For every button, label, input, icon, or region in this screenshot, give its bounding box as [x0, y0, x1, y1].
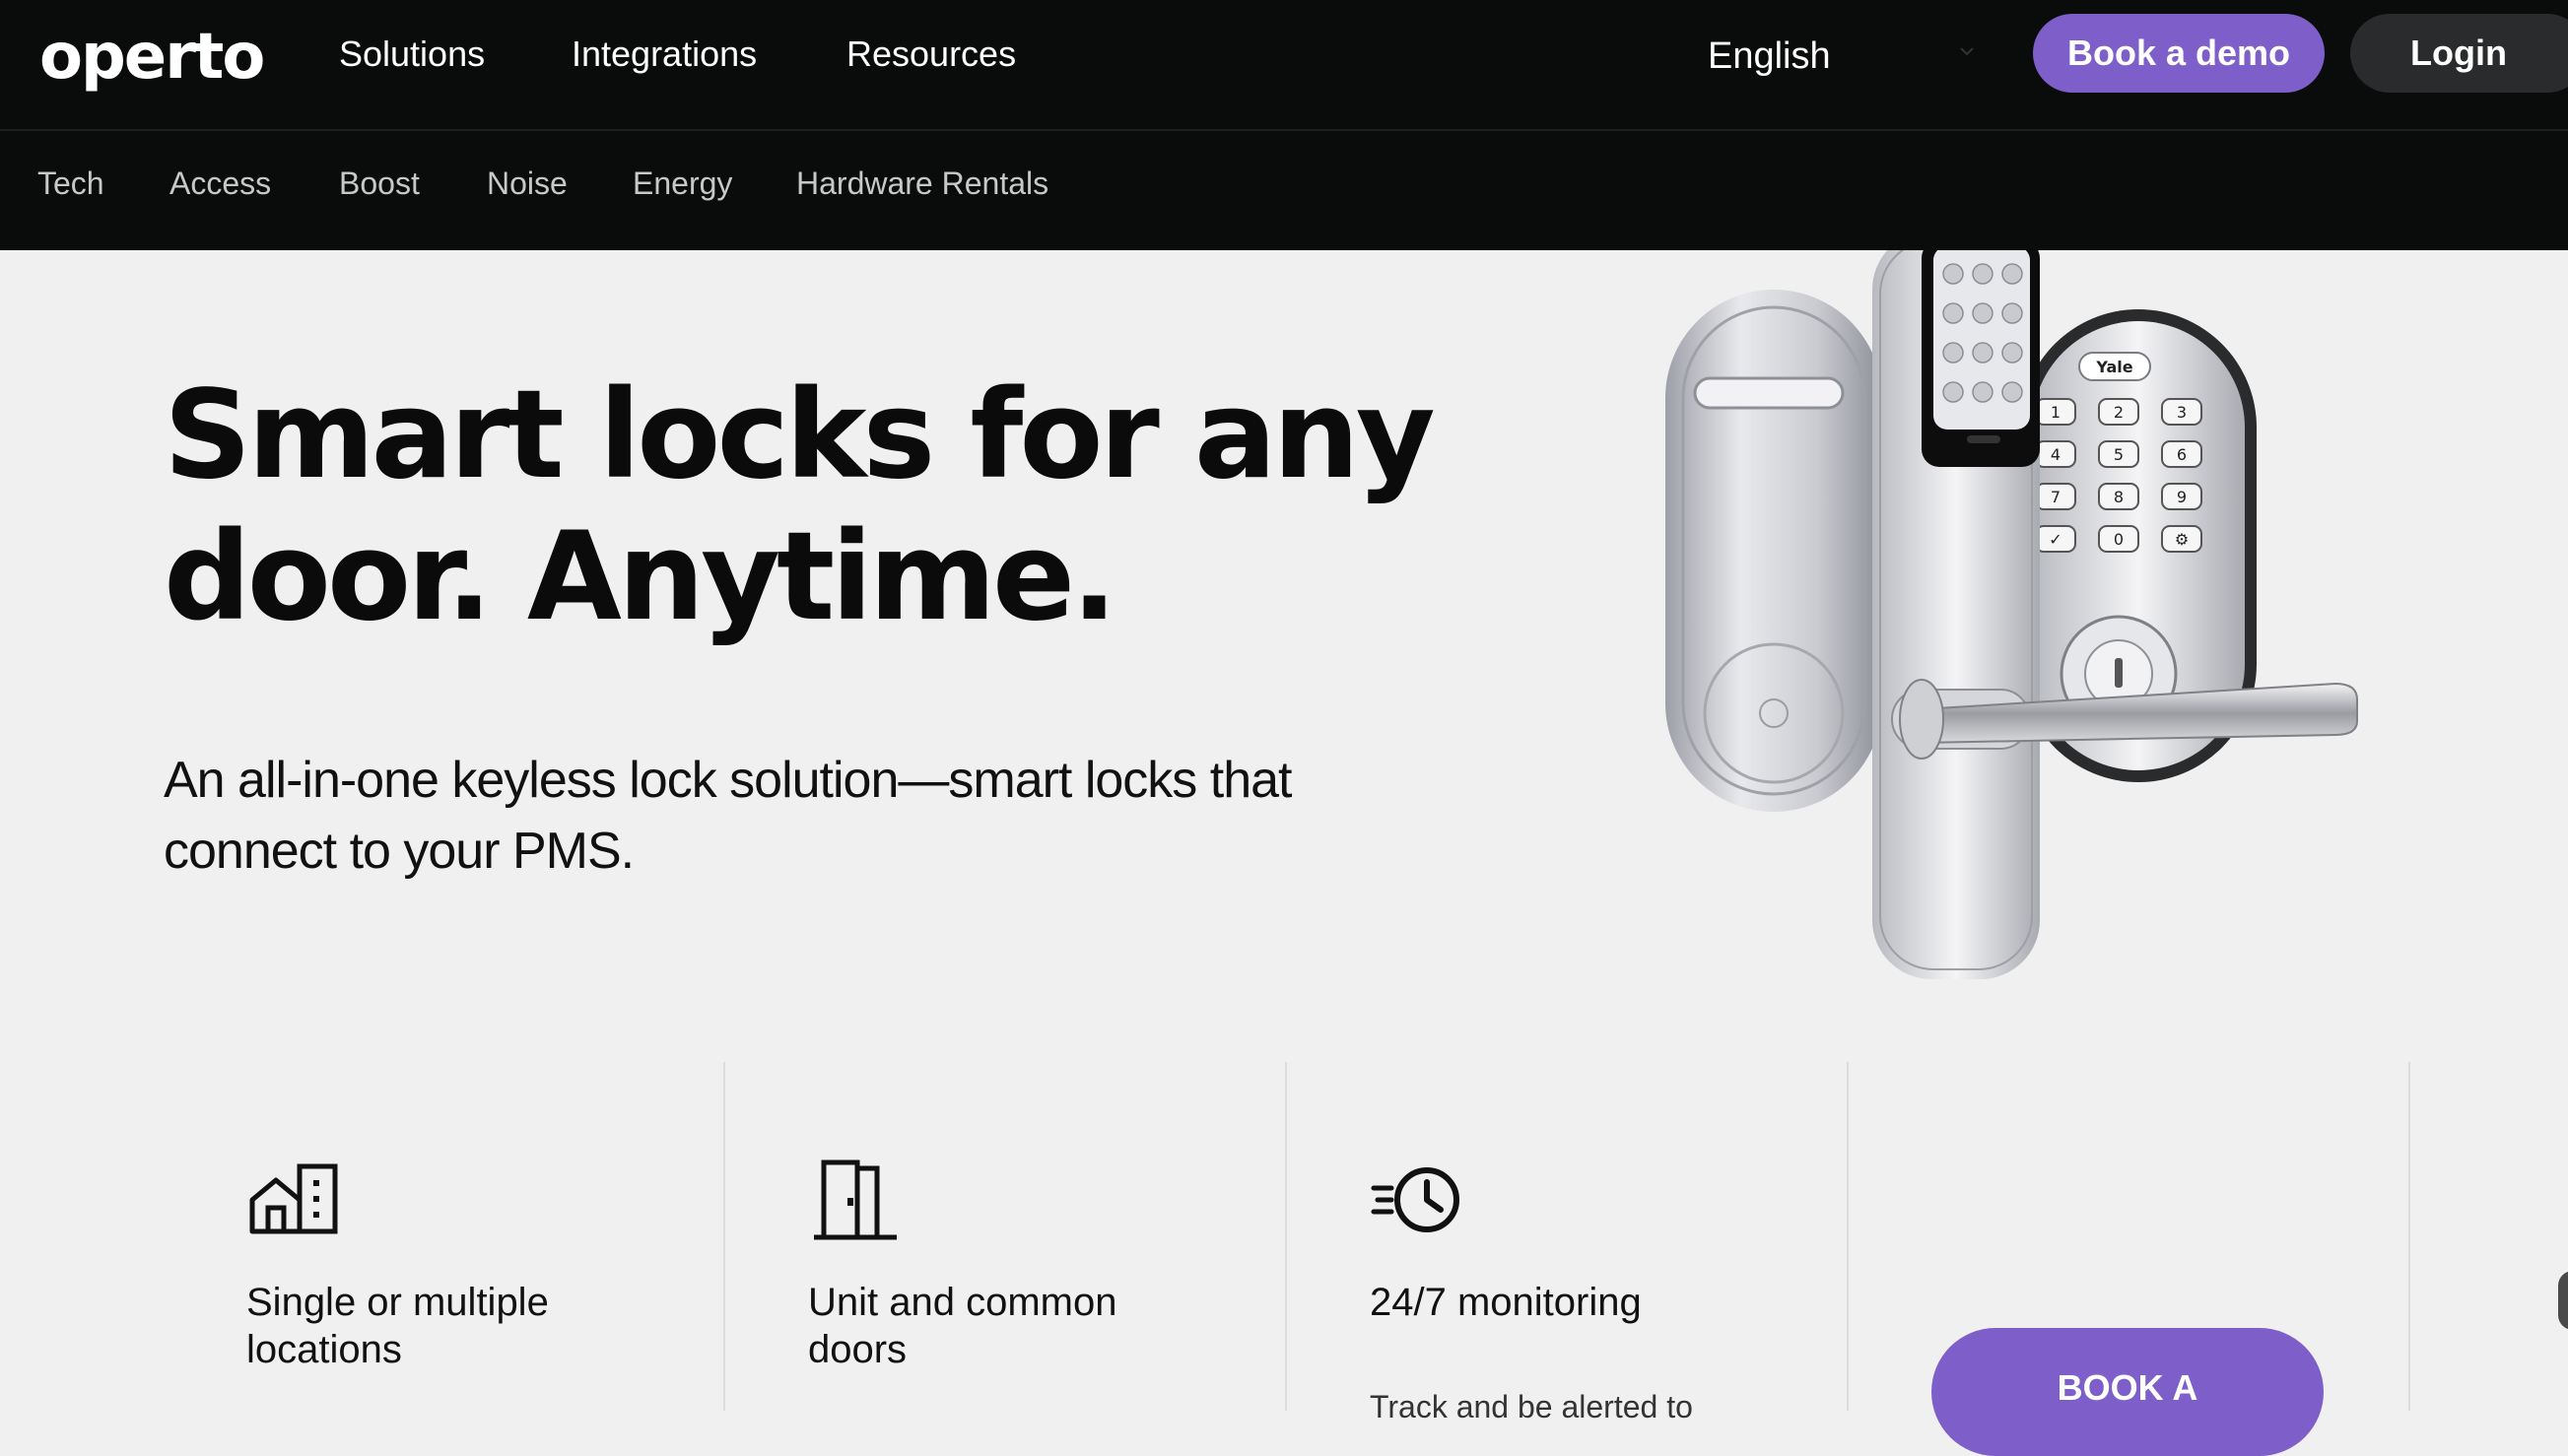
subnav-access[interactable]: Access — [169, 159, 271, 208]
nav-integrations[interactable]: Integrations — [572, 28, 757, 81]
nav-resources[interactable]: Resources — [846, 28, 1016, 81]
keypad-key-label: 4 — [2051, 445, 2061, 464]
keypad-small-key — [1942, 342, 1964, 364]
keypad-small-key — [1972, 302, 1994, 324]
hero-title: Smart locks for any door. Anytime. — [164, 364, 1436, 648]
top-navigation: operto Solutions Integrations Resources … — [0, 0, 2568, 131]
keypad-small-key — [2001, 302, 2023, 324]
keypad-key-label: 9 — [2177, 488, 2187, 506]
keypad-key-label: 2 — [2114, 403, 2124, 422]
keypad-key-label: ⚙ — [2175, 530, 2189, 549]
keypad-small-key — [2001, 263, 2023, 285]
building-icon — [249, 1163, 338, 1234]
subnav-energy[interactable]: Energy — [633, 159, 732, 208]
keypad-key-label: 3 — [2177, 403, 2187, 422]
yale-logo: Yale — [2095, 358, 2132, 376]
product-subnav: Tech Access Boost Noise Energy Hardware … — [0, 131, 2568, 250]
keypad-small-key — [1972, 263, 1994, 285]
feature-doors: Unit and common doors — [725, 1062, 1287, 1411]
operto-logo[interactable]: operto — [39, 18, 265, 97]
clock-speed-icon — [1371, 1167, 1459, 1232]
keypad-small-key — [1972, 381, 1994, 403]
hero-subtitle: An all-in-one keyless lock solution—smar… — [164, 752, 1292, 880]
keypad-key-label: 0 — [2114, 530, 2124, 549]
feature-title: 24/7 monitoring — [1370, 1281, 1642, 1324]
book-demo-button[interactable]: Book a demo — [2033, 14, 2325, 93]
smart-locks-product-image: Yale 1 2 3 4 5 6 7 8 9 ✓ 0 ⚙ — [1665, 250, 2358, 979]
feature-monitoring: 24/7 monitoring Track and be alerted to — [1287, 1062, 1849, 1424]
chevron-down-icon[interactable] — [1959, 43, 1975, 59]
subnav-noise[interactable]: Noise — [487, 159, 568, 208]
keypad-key-label: 8 — [2114, 488, 2124, 506]
keypad-small-key — [1942, 263, 1964, 285]
feature-title: Single or multiple locations — [246, 1281, 549, 1371]
subnav-boost[interactable]: Boost — [339, 159, 420, 208]
nav-solutions[interactable]: Solutions — [339, 28, 485, 81]
keypad-key-label: 1 — [2051, 403, 2061, 422]
keypad-small-key — [1942, 381, 1964, 403]
feature-title: Unit and common doors — [808, 1281, 1117, 1371]
book-demo-cta-button[interactable]: BOOK A — [1931, 1328, 2324, 1456]
keypad-small-key — [1942, 302, 1964, 324]
keypad-small-key — [2001, 381, 2023, 403]
chat-widget-edge[interactable] — [2558, 1271, 2568, 1330]
language-selector[interactable]: English — [1708, 30, 1831, 83]
keypad-key-label: 7 — [2051, 488, 2061, 506]
keypad-key-label: ✓ — [2049, 530, 2061, 549]
login-button[interactable]: Login — [2350, 14, 2568, 93]
subnav-hardware-rentals[interactable]: Hardware Rentals — [796, 159, 1048, 208]
keypad-key-label: 6 — [2177, 445, 2187, 464]
feature-locations: Single or multiple locations — [164, 1062, 725, 1411]
door-icon — [814, 1159, 897, 1240]
keypad-small-key — [1972, 342, 1994, 364]
keypad-small-key — [2001, 342, 2023, 364]
subnav-tech[interactable]: Tech — [37, 159, 104, 208]
feature-description: Track and be alerted to — [1370, 1389, 1693, 1424]
keypad-key-label: 5 — [2114, 445, 2124, 464]
